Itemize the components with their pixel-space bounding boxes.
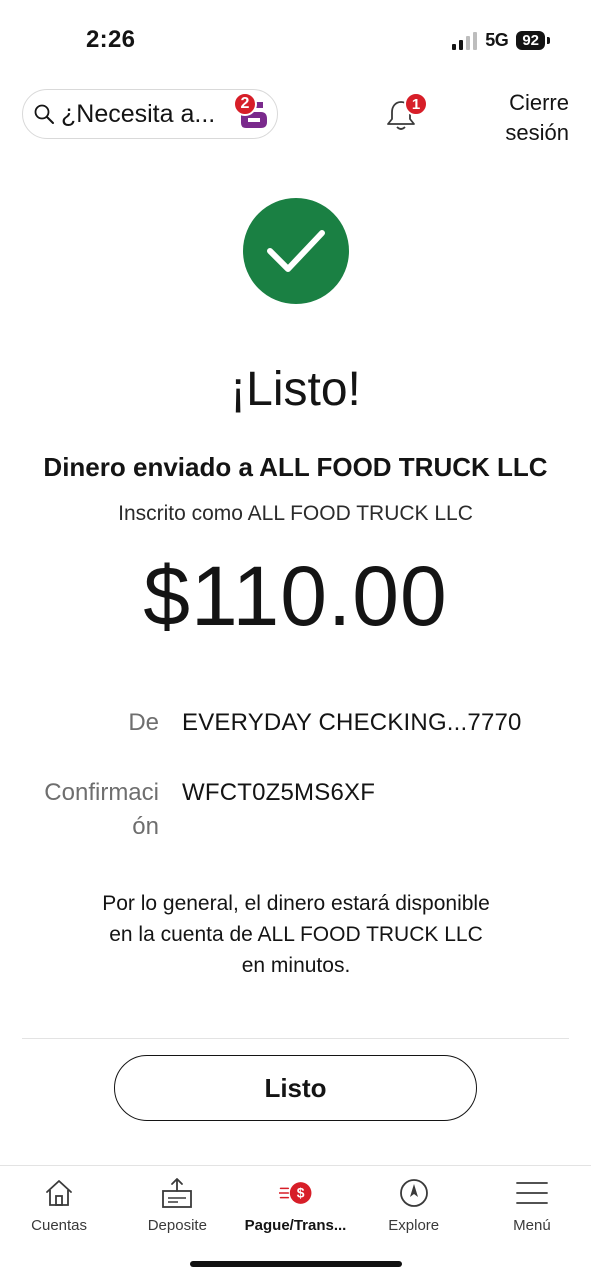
done-button[interactable]: Listo bbox=[114, 1055, 477, 1121]
page-title: ¡Listo! bbox=[230, 363, 361, 416]
network-type: 5G bbox=[485, 30, 509, 50]
compass-icon bbox=[397, 1176, 431, 1210]
signal-icon bbox=[452, 31, 478, 50]
search-placeholder: ¿Necesita a... bbox=[61, 99, 216, 128]
svg-text:$: $ bbox=[296, 1185, 304, 1201]
amount-value: $110.00 bbox=[143, 549, 448, 643]
status-time: 2:26 bbox=[86, 26, 136, 53]
menu-icon bbox=[515, 1176, 549, 1210]
nav-label: Pague/Trans... bbox=[244, 1217, 347, 1234]
confirmation-number: WFCT0Z5MS6XF bbox=[182, 779, 376, 806]
assistant-badge: 2 bbox=[233, 92, 257, 116]
pay-transfer-icon: $ bbox=[278, 1176, 313, 1210]
signout-label-line1: Cierre bbox=[509, 90, 569, 115]
home-icon bbox=[42, 1176, 76, 1210]
status-indicators: 5G 92 bbox=[452, 30, 550, 51]
nav-label: Menú bbox=[513, 1217, 551, 1234]
nav-item-explore[interactable]: Explore bbox=[355, 1166, 473, 1245]
bottom-navigation: Cuentas Deposite $ Pague/Trans... Explor… bbox=[0, 1165, 591, 1245]
availability-note: Por lo general, el dinero estará disponi… bbox=[102, 892, 490, 977]
payment-confirmation-screen: 2:26 5G 92 ¿Necesita a... 2 1 Cierre ses… bbox=[0, 0, 591, 1280]
confirmation-label-line1: Confirmaci bbox=[44, 779, 159, 806]
nav-item-deposite[interactable]: Deposite bbox=[118, 1166, 236, 1245]
notifications-badge: 1 bbox=[404, 92, 428, 116]
enrolled-as-text: Inscrito como ALL FOOD TRUCK LLC bbox=[118, 502, 473, 525]
recipient-heading: Dinero enviado a ALL FOOD TRUCK LLC bbox=[43, 452, 548, 482]
nav-item-pague-transfiera[interactable]: $ Pague/Trans... bbox=[236, 1166, 354, 1245]
deposit-icon bbox=[160, 1176, 194, 1210]
nav-label: Explore bbox=[388, 1217, 440, 1234]
from-account-value: EVERYDAY CHECKING...7770 bbox=[182, 709, 522, 736]
nav-item-menu[interactable]: Menú bbox=[473, 1166, 591, 1245]
nav-label: Cuentas bbox=[31, 1217, 88, 1234]
confirmation-label-line2: ón bbox=[132, 813, 159, 840]
success-check-icon bbox=[243, 198, 349, 304]
battery-icon: 92 bbox=[516, 31, 550, 50]
search-icon bbox=[34, 104, 54, 124]
confirmation-label: Confirmaci ón bbox=[9, 776, 159, 844]
nav-label: Deposite bbox=[147, 1217, 207, 1234]
divider bbox=[22, 1038, 569, 1039]
home-indicator[interactable] bbox=[190, 1261, 402, 1267]
nav-item-cuentas[interactable]: Cuentas bbox=[0, 1166, 118, 1245]
signout-label-line2: sesión bbox=[505, 120, 569, 145]
from-label: De bbox=[128, 709, 159, 736]
signout-link[interactable]: Cierre sesión bbox=[479, 88, 569, 148]
